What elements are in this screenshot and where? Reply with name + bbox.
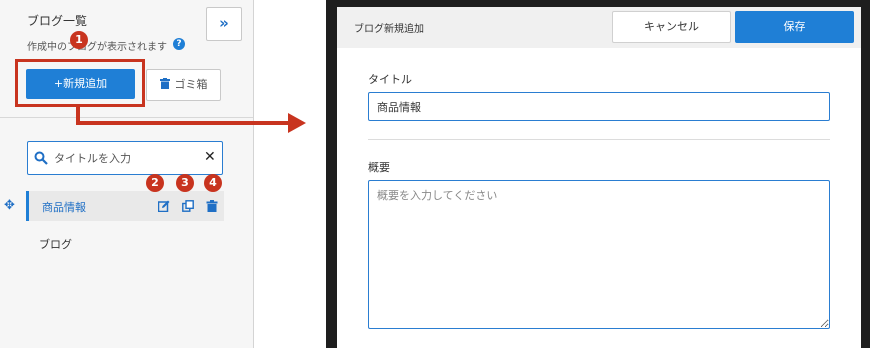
callout-arrow-head: [288, 113, 306, 133]
search-icon: [34, 151, 48, 165]
save-button[interactable]: 保存: [735, 11, 854, 43]
blog-list-item-label: 商品情報: [42, 201, 86, 214]
dialog-header: ブログ新規追加 キャンセル 保存: [337, 7, 861, 48]
trash-icon: [159, 78, 170, 89]
blog-list-item[interactable]: ブログ: [39, 236, 72, 252]
panel-description: 作成中のブログが表示されます: [27, 42, 167, 53]
step-badge: 3: [176, 174, 194, 192]
summary-field-label: 概要: [368, 161, 390, 174]
move-arrows-icon[interactable]: ✥: [4, 198, 15, 213]
trash-button[interactable]: ゴミ箱: [146, 69, 221, 101]
title-field-label: タイトル: [368, 73, 412, 86]
step-badge: 2: [146, 174, 164, 192]
cancel-button[interactable]: キャンセル: [612, 11, 731, 43]
step-badge: 4: [204, 174, 222, 192]
double-chevron-right-icon: »: [219, 14, 229, 32]
panel-divider: [0, 117, 253, 118]
search-box: ✕: [27, 141, 223, 175]
form-divider: [368, 139, 830, 140]
close-icon[interactable]: ✕: [204, 149, 216, 165]
summary-textarea[interactable]: [368, 180, 830, 329]
title-input[interactable]: [368, 92, 830, 121]
dialog-title: ブログ新規追加: [354, 24, 424, 35]
callout-arrow-line: [76, 121, 290, 125]
step-badge: 1: [70, 31, 88, 49]
new-blog-dialog: ブログ新規追加 キャンセル 保存 タイトル 概要: [337, 7, 861, 348]
edit-icon[interactable]: [158, 200, 170, 212]
copy-icon[interactable]: [182, 200, 194, 212]
trash-icon[interactable]: [206, 200, 218, 212]
help-icon[interactable]: ?: [173, 38, 185, 50]
collapse-panel-button[interactable]: »: [206, 7, 242, 41]
blog-list-item[interactable]: 商品情報: [26, 191, 224, 221]
trash-button-label: ゴミ箱: [174, 78, 208, 91]
panel-title: ブログ一覧: [27, 14, 88, 28]
search-input[interactable]: [54, 148, 194, 168]
blog-list-panel: ブログ一覧 作成中のブログが表示されます ? » +新規追加 ゴミ箱 ✕ ✥ 商…: [0, 0, 254, 348]
add-new-button[interactable]: +新規追加: [26, 69, 135, 99]
